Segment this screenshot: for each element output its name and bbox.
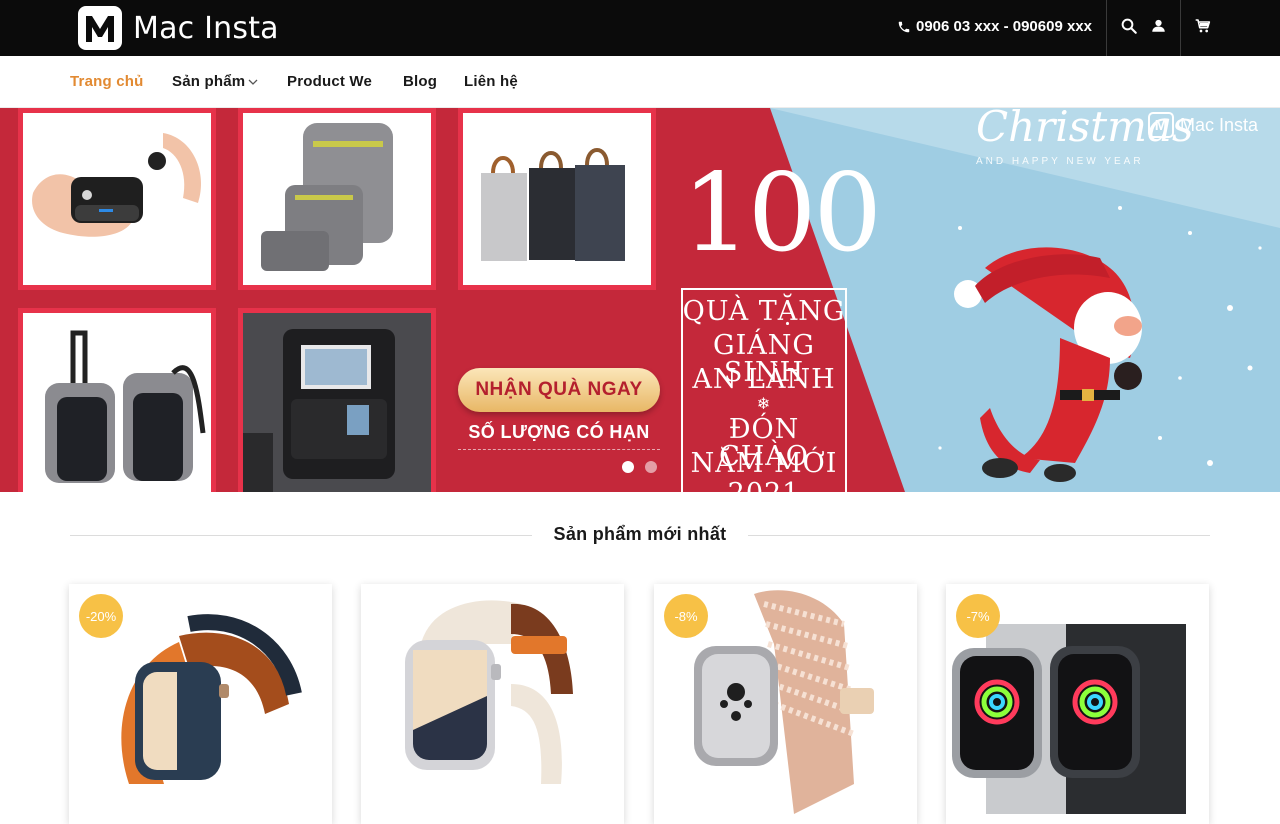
search-button[interactable] <box>1118 17 1140 39</box>
header-divider <box>1180 0 1181 56</box>
discount-badge: -20% <box>79 594 123 638</box>
banner-tile-earbuds <box>18 108 216 290</box>
banner-brand-name: Mac Insta <box>1180 114 1259 135</box>
banner-tile-sling-bags <box>18 308 216 492</box>
nav-item-home[interactable]: Trang chủ <box>70 73 143 90</box>
brand-name: Mac Insta <box>133 10 279 46</box>
account-button[interactable] <box>1147 17 1169 39</box>
gift-line: AN LÀNH <box>692 364 836 395</box>
main-nav: Trang chủ Sản phẩm Product We Blog Liên … <box>0 56 1280 108</box>
nav-item-label: Sản phẩm <box>172 73 246 90</box>
cart-icon <box>1195 18 1211 39</box>
nav-item-contact[interactable]: Liên hệ <box>464 73 518 90</box>
product-card[interactable]: -8% <box>654 584 917 824</box>
slider-dot-2[interactable] <box>645 461 657 473</box>
phone-text: 0906 03 xxx - 090609 xxx <box>916 18 1092 35</box>
banner-tile-car-organizer <box>238 308 436 492</box>
gift-line: QUÀ TẶNG <box>682 296 846 327</box>
banner-number: 100 <box>682 151 882 276</box>
nav-item-products[interactable]: Sản phẩm <box>172 73 258 90</box>
chevron-down-icon <box>248 73 258 90</box>
product-card[interactable] <box>361 584 624 824</box>
section-heading: Sản phẩm mới nhất <box>70 520 1210 550</box>
snowflake-icon: ❄ <box>756 394 772 413</box>
discount-badge: -7% <box>956 594 1000 638</box>
user-icon <box>1151 18 1166 38</box>
discount-badge: -8% <box>664 594 708 638</box>
gift-line: 2021 <box>681 480 847 492</box>
banner-tile-backpack <box>238 108 436 290</box>
logo-mark-icon <box>78 6 122 50</box>
limited-quantity-text: SỐ LƯỢNG CÓ HẠN <box>458 422 660 450</box>
site-logo[interactable]: Mac Insta <box>78 5 279 51</box>
nav-item-product-we[interactable]: Product We <box>287 73 372 90</box>
happy-new-year-text: AND HAPPY NEW YEAR <box>976 156 1144 167</box>
banner-tile-bags <box>458 108 656 290</box>
phone-number[interactable]: 0906 03 xxx - 090609 xxx <box>897 18 1092 35</box>
banner-brand: M Mac Insta <box>1148 112 1258 138</box>
product-image <box>405 600 573 784</box>
header-divider <box>1106 0 1107 56</box>
top-bar: Mac Insta 0906 03 xxx - 090609 xxx <box>0 0 1280 56</box>
phone-icon <box>897 20 911 34</box>
gift-line: NĂM MỚI <box>690 448 838 479</box>
cart-button[interactable] <box>1192 17 1214 39</box>
claim-gift-button[interactable]: NHẬN QUÀ NGAY <box>458 368 660 412</box>
hero-banner-slider[interactable]: NHẬN QUÀ NGAY SỐ LƯỢNG CÓ HẠN 100 QUÀ TẶ… <box>0 108 1280 492</box>
product-card[interactable]: -7% <box>946 584 1209 824</box>
product-card[interactable]: -20% <box>69 584 332 824</box>
nav-item-blog[interactable]: Blog <box>403 73 437 90</box>
search-icon <box>1120 17 1138 40</box>
banner-logo-icon: M <box>1148 112 1174 138</box>
slider-dot-1[interactable] <box>622 461 634 473</box>
heading-divider <box>748 535 1210 536</box>
